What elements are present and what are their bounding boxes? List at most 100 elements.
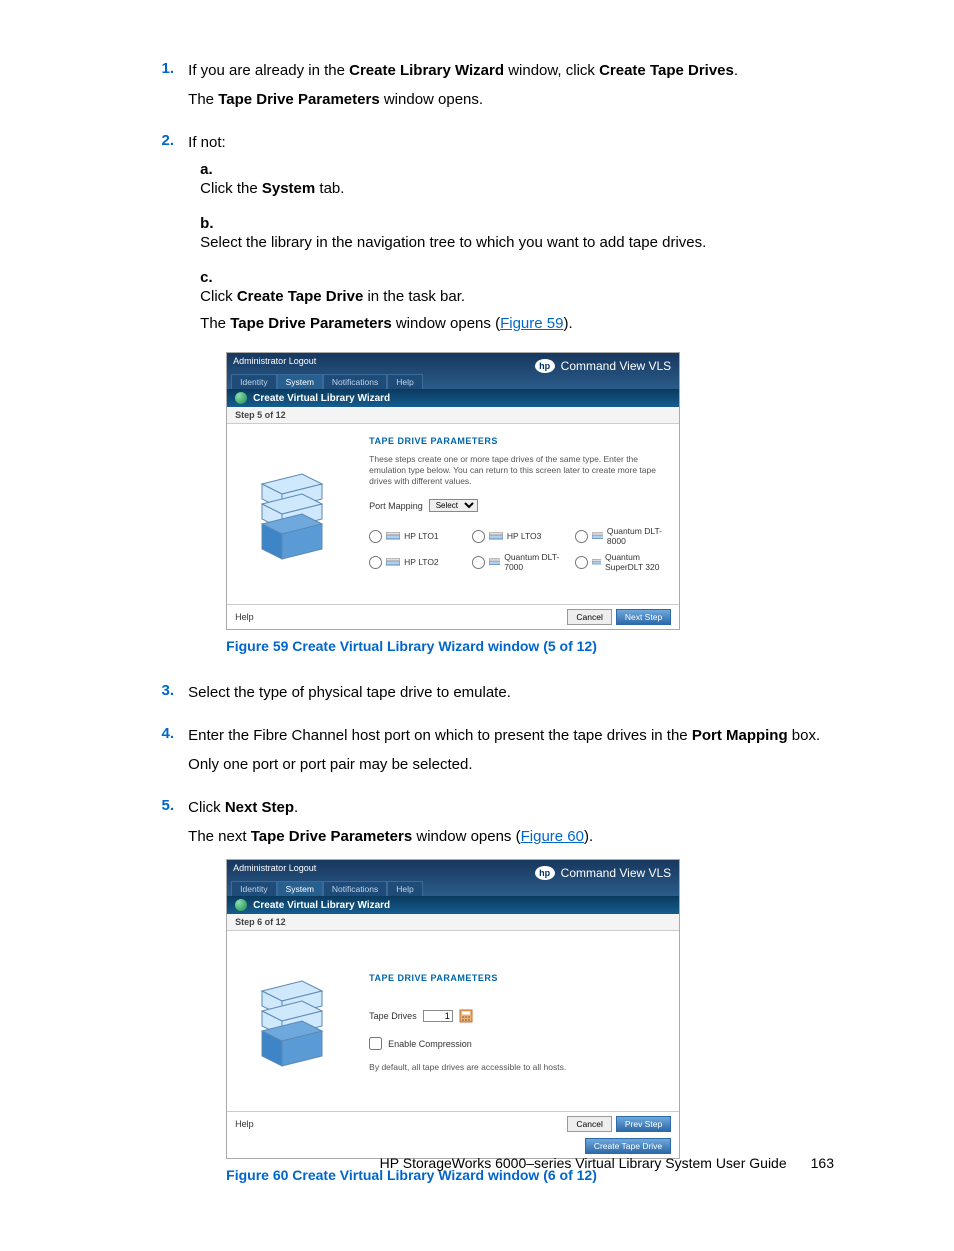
tape-drives-input[interactable] (423, 1010, 453, 1022)
tape-drives-label: Tape Drives (369, 1011, 417, 1021)
tape-drive-icon (489, 558, 500, 566)
page-footer: HP StorageWorks 6000–series Virtual Libr… (380, 1155, 834, 1171)
step-5-marker: 5. (150, 797, 174, 814)
section-description: By default, all tape drives are accessib… (369, 1062, 667, 1073)
port-mapping-select[interactable]: Select (429, 499, 478, 512)
create-tape-drive-button[interactable]: Create Tape Drive (585, 1138, 671, 1154)
text: Click the (200, 180, 262, 197)
cancel-button[interactable]: Cancel (567, 1116, 611, 1132)
action-name: Create Tape Drives (599, 62, 734, 79)
text: Only one port or port pair may be select… (188, 754, 832, 775)
step-4-marker: 4. (150, 725, 174, 742)
step-1: 1. If you are already in the Create Libr… (150, 60, 834, 118)
radio-quantum-dlt-7000[interactable]: Quantum DLT-7000 (472, 552, 565, 572)
text: The next (188, 828, 251, 845)
tab-system[interactable]: System (277, 374, 323, 389)
step-5: 5. Click Next Step. The next Tape Drive … (150, 797, 834, 1197)
doc-title: HP StorageWorks 6000–series Virtual Libr… (380, 1155, 787, 1171)
brand-text: Command View VLS (561, 359, 672, 373)
radio-input[interactable] (369, 530, 382, 543)
wizard-title: Create Virtual Library Wizard (253, 900, 390, 911)
tape-drive-icon (386, 532, 400, 540)
page-number: 163 (811, 1155, 834, 1171)
radio-label: HP LTO1 (404, 531, 439, 541)
radio-hp-lto2[interactable]: HP LTO2 (369, 552, 462, 572)
radio-hp-lto1[interactable]: HP LTO1 (369, 526, 462, 546)
window-name: Tape Drive Parameters (230, 315, 391, 332)
text: Select the library in the navigation tre… (200, 232, 800, 253)
tab-help[interactable]: Help (387, 881, 422, 896)
wizard-screenshot-59: Administrator Logout Identity System Not… (226, 352, 680, 630)
figure-link-59[interactable]: Figure 59 (500, 315, 563, 332)
text: Click (188, 799, 225, 816)
radio-input[interactable] (575, 530, 588, 543)
status-dot-icon (235, 392, 247, 404)
calculator-icon[interactable] (459, 1009, 473, 1023)
wizard-title: Create Virtual Library Wizard (253, 393, 390, 404)
footer-help-link[interactable]: Help (235, 612, 254, 622)
text: window opens ( (392, 315, 500, 332)
library-3d-icon (252, 971, 332, 1071)
action-name: Create Tape Drive (237, 288, 363, 305)
tab-help[interactable]: Help (387, 374, 422, 389)
footer-help-link[interactable]: Help (235, 1119, 254, 1129)
figure-link-60[interactable]: Figure 60 (521, 828, 584, 845)
text: Click (200, 288, 237, 305)
radio-label: HP LTO3 (507, 531, 542, 541)
hp-logo-icon: hp (535, 359, 555, 373)
enable-compression-checkbox[interactable] (369, 1037, 382, 1050)
tape-drive-icon (489, 532, 503, 540)
cancel-button[interactable]: Cancel (567, 609, 611, 625)
tab-name: System (262, 180, 315, 197)
substep-list: a. Click the System tab. b. Select the l… (188, 161, 832, 340)
prev-step-button[interactable]: Prev Step (616, 1116, 671, 1132)
tab-identity[interactable]: Identity (231, 374, 276, 389)
radio-quantum-superdlt-320[interactable]: Quantum SuperDLT 320 (575, 552, 668, 572)
tape-drive-icon (592, 558, 601, 566)
window-name: Tape Drive Parameters (218, 91, 379, 108)
enable-compression-label: Enable Compression (388, 1039, 472, 1049)
step-3-marker: 3. (150, 682, 174, 699)
next-step-button[interactable]: Next Step (616, 609, 671, 625)
page-body: 1. If you are already in the Create Libr… (0, 0, 954, 1251)
wizard-step-indicator: Step 5 of 12 (227, 407, 679, 424)
text: ). (584, 828, 593, 845)
section-description: These steps create one or more tape driv… (369, 454, 667, 487)
radio-label: Quantum DLT-7000 (504, 552, 564, 572)
step-1-marker: 1. (150, 60, 174, 77)
text: If you are already in the (188, 62, 349, 79)
substep-b-marker: b. (200, 215, 220, 232)
tape-drive-icon (386, 558, 400, 566)
radio-hp-lto3[interactable]: HP LTO3 (472, 526, 565, 546)
tab-notifications[interactable]: Notifications (323, 881, 387, 896)
tab-identity[interactable]: Identity (231, 881, 276, 896)
radio-quantum-dlt-8000[interactable]: Quantum DLT-8000 (575, 526, 668, 546)
step-2-marker: 2. (150, 132, 174, 149)
window-name: Tape Drive Parameters (251, 828, 412, 845)
text: box. (788, 727, 821, 744)
text: window, click (504, 62, 599, 79)
library-3d-icon (252, 464, 332, 564)
radio-input[interactable] (369, 556, 382, 569)
text: The (200, 315, 230, 332)
status-dot-icon (235, 899, 247, 911)
step-3: 3. Select the type of physical tape driv… (150, 682, 834, 711)
field-name: Port Mapping (692, 727, 788, 744)
radio-input[interactable] (472, 530, 485, 543)
figure-59: Administrator Logout Identity System Not… (226, 352, 832, 630)
tab-notifications[interactable]: Notifications (323, 374, 387, 389)
radio-input[interactable] (472, 556, 485, 569)
port-mapping-label: Port Mapping (369, 501, 423, 511)
text: Select the type of physical tape drive t… (188, 682, 832, 703)
radio-input[interactable] (575, 556, 588, 569)
text: window opens. (380, 91, 483, 108)
text: Enter the Fibre Channel host port on whi… (188, 727, 692, 744)
tab-system[interactable]: System (277, 881, 323, 896)
radio-label: Quantum DLT-8000 (607, 526, 667, 546)
figure-60: Administrator Logout Identity System Not… (226, 859, 832, 1159)
wizard-step-indicator: Step 6 of 12 (227, 914, 679, 931)
section-title: TAPE DRIVE PARAMETERS (369, 436, 667, 446)
radio-label: Quantum SuperDLT 320 (605, 552, 667, 572)
button-name: Next Step (225, 799, 294, 816)
text: If not: (188, 132, 832, 153)
